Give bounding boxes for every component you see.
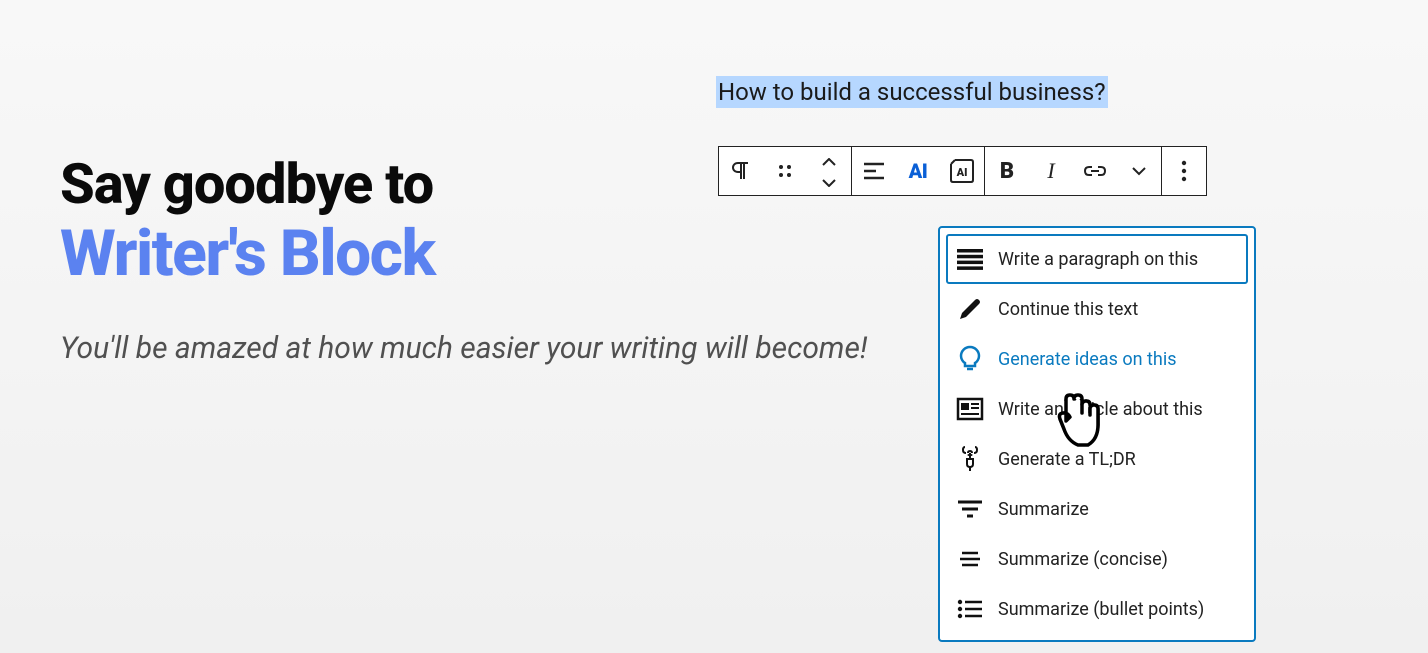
pencil-icon [956,295,984,323]
bold-button[interactable]: B [985,147,1029,195]
lobster-icon [956,445,984,473]
paragraph-button[interactable] [719,147,763,195]
kebab-icon [1181,160,1187,182]
filter-lines-icon [956,495,984,523]
link-icon [1083,164,1107,178]
menu-label: Write a paragraph on this [998,249,1198,270]
italic-button[interactable]: I [1029,147,1073,195]
drag-button[interactable] [763,147,807,195]
menu-item-summarize[interactable]: Summarize [946,484,1248,534]
toolbar-group-1 [718,146,852,196]
menu-item-summarize-bullets[interactable]: Summarize (bullet points) [946,584,1248,634]
options-button[interactable] [1162,147,1206,195]
ai-box-button[interactable]: AI [940,147,984,195]
ai-text-icon: AI [909,159,928,183]
align-button[interactable] [852,147,896,195]
grip-icon [776,162,794,180]
short-lines-icon [956,545,984,573]
italic-icon: I [1047,158,1054,184]
move-updown-button[interactable] [807,152,851,191]
paragraph-lines-icon [956,245,984,273]
lightbulb-icon [956,345,984,373]
article-icon [956,395,984,423]
menu-item-continue-text[interactable]: Continue this text [946,284,1248,334]
pointer-cursor-icon [1054,391,1110,457]
menu-label: Summarize [998,499,1089,520]
editor-content: How to build a successful business? [716,76,1108,108]
link-button[interactable] [1073,147,1117,195]
menu-item-generate-ideas[interactable]: Generate ideas on this [946,334,1248,384]
bold-icon: B [1000,159,1014,184]
hero-heading-line2: Writer's Block [60,220,867,287]
pilcrow-icon [731,160,751,182]
chevron-down-icon [1131,166,1147,176]
toolbar-group-2: AI AI [851,146,985,196]
menu-label: Summarize (concise) [998,549,1168,570]
editor-toolbar: AI AI B I [718,146,1206,196]
ai-box-icon: AI [949,158,975,184]
menu-item-summarize-concise[interactable]: Summarize (concise) [946,534,1248,584]
hero-subtitle: You'll be amazed at how much easier your… [60,329,867,370]
more-inline-button[interactable] [1117,147,1161,195]
toolbar-group-4 [1161,146,1207,196]
menu-label: Continue this text [998,299,1138,320]
ai-button[interactable]: AI [896,147,940,195]
bullet-list-icon [956,595,984,623]
selected-text[interactable]: How to build a successful business? [716,76,1108,108]
menu-label: Summarize (bullet points) [998,599,1204,620]
toolbar-group-3: B I [984,146,1162,196]
chevron-down-icon [822,172,836,191]
menu-item-write-paragraph[interactable]: Write a paragraph on this [946,234,1248,284]
chevron-up-icon [822,152,836,171]
svg-text:AI: AI [956,166,968,179]
menu-label: Generate ideas on this [998,349,1177,370]
align-left-icon [863,162,885,180]
